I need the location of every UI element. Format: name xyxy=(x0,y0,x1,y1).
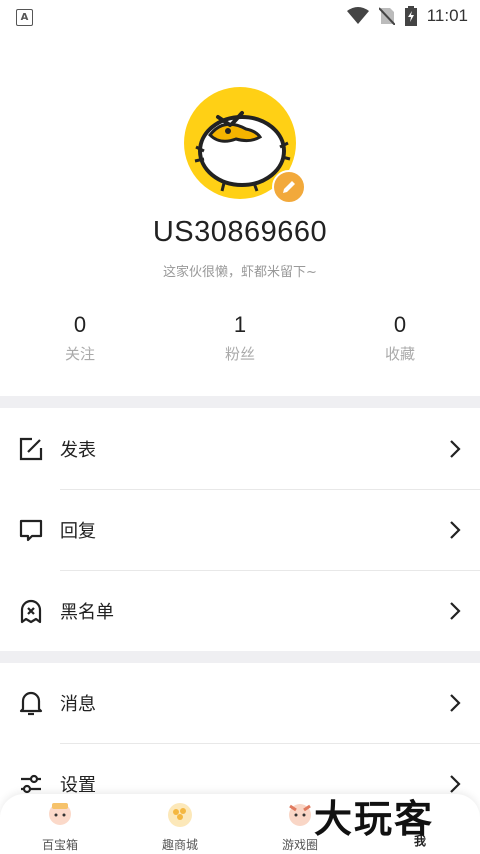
stat-favorites-label: 收藏 xyxy=(384,345,415,363)
menu-item-label: 发表 xyxy=(60,440,96,461)
chevron-right-icon xyxy=(450,440,461,458)
no-sim-icon xyxy=(378,7,395,25)
section-divider xyxy=(0,396,480,408)
menu-item-label: 黑名单 xyxy=(60,602,114,623)
bio-text: 这家伙很懒，虾都米留下~ xyxy=(163,265,317,280)
clock: 11:01 xyxy=(426,6,468,25)
chevron-right-icon xyxy=(450,775,461,793)
game-circle-icon xyxy=(289,804,311,826)
shop-icon xyxy=(168,803,192,827)
stat-fans-label: 粉丝 xyxy=(224,345,255,363)
stat-following[interactable]: 0 关注 xyxy=(0,312,160,364)
watermark-logo: 大玩客 xyxy=(314,797,435,841)
chevron-right-icon xyxy=(450,602,461,620)
tab-label: 百宝箱 xyxy=(41,838,78,852)
status-bar: A 11:01 xyxy=(0,0,480,34)
menu-item-blacklist[interactable]: 黑名单 xyxy=(0,571,480,651)
edit-avatar-button[interactable] xyxy=(272,170,306,204)
chevron-right-icon xyxy=(450,521,461,539)
bell-icon xyxy=(18,690,44,716)
stat-following-count: 0 xyxy=(73,312,87,337)
menu-item-label: 回复 xyxy=(60,521,96,542)
battery-charging-icon xyxy=(404,6,417,26)
menu-item-messages[interactable]: 消息 xyxy=(0,663,480,743)
menu-item-post[interactable]: 发表 xyxy=(0,409,480,489)
chevron-right-icon xyxy=(450,694,461,712)
tab-treasure-box[interactable]: 百宝箱 xyxy=(0,794,120,854)
wifi-icon xyxy=(346,7,369,24)
tab-shop[interactable]: 趣商城 xyxy=(120,794,240,854)
profile-header: US30869660 这家伙很懒，虾都米留下~ 0 关注 1 粉丝 0 收藏 xyxy=(0,34,480,396)
status-icons: 11:01 xyxy=(346,6,468,26)
section-divider xyxy=(0,651,480,663)
keyboard-indicator-icon: A xyxy=(16,9,33,26)
stat-fans[interactable]: 1 粉丝 xyxy=(160,312,320,364)
stat-fans-count: 1 xyxy=(233,312,247,337)
stat-favorites-count: 0 xyxy=(393,312,407,337)
stats-row: 0 关注 1 粉丝 0 收藏 xyxy=(0,312,480,364)
menu-item-reply[interactable]: 回复 xyxy=(0,490,480,570)
menu-item-label: 消息 xyxy=(60,694,96,715)
stat-following-label: 关注 xyxy=(64,345,95,363)
blacklist-icon xyxy=(18,598,44,624)
reply-icon xyxy=(18,517,44,543)
compose-icon xyxy=(18,436,44,462)
pencil-icon xyxy=(283,181,295,193)
stat-favorites[interactable]: 0 收藏 xyxy=(320,312,480,364)
tab-label: 趣商城 xyxy=(161,838,198,852)
treasure-box-icon xyxy=(49,803,71,825)
username: US30869660 xyxy=(152,216,328,248)
